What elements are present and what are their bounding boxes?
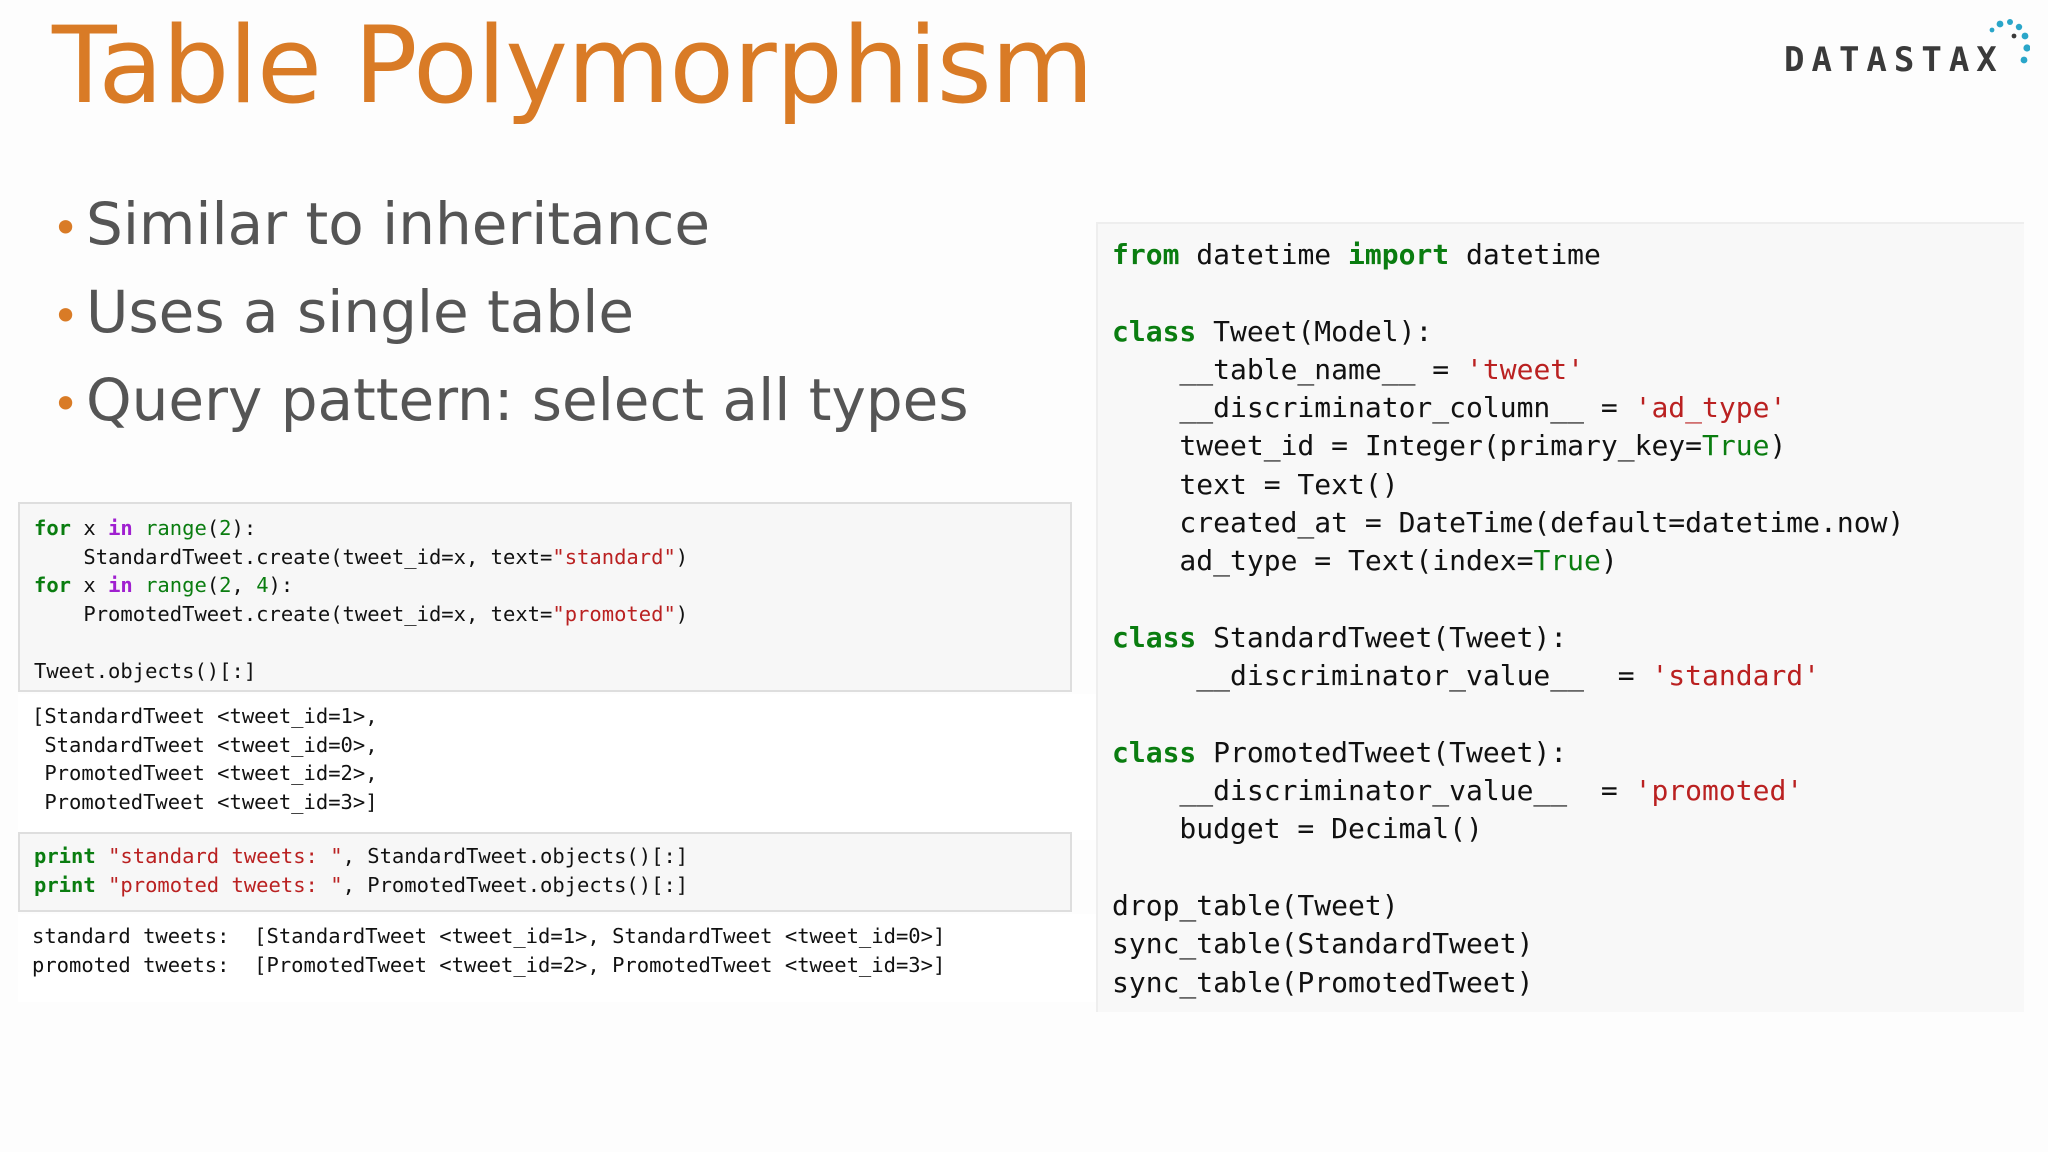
- bullet-list: • Similar to inheritance • Uses a single t…: [52, 190, 969, 454]
- code-line: for x in range(2):: [34, 516, 257, 540]
- code-line: class PromotedTweet(Tweet):: [1112, 735, 1568, 769]
- slide-title: Table Polymorphism: [52, 4, 1094, 127]
- bullet-item: • Uses a single table: [52, 278, 969, 366]
- code-line: class Tweet(Model):: [1112, 314, 1433, 348]
- output-line: PromotedTweet <tweet_id=2>,: [32, 761, 378, 785]
- code-line: PromotedTweet.create(tweet_id=x, text="p…: [34, 601, 689, 626]
- code-line: __discriminator_value__ = 'promoted': [1112, 774, 1804, 808]
- code-line: from datetime import datetime: [1112, 238, 1601, 271]
- code-line: ​: [1112, 274, 2010, 312]
- code-line: __discriminator_column__ = 'ad_type': [1112, 391, 1787, 425]
- code-line: for x in range(2, 4):: [34, 573, 294, 597]
- code-line: ad_type = Text(index=True): [1112, 544, 1618, 578]
- bullet-item: • Similar to inheritance: [52, 190, 969, 278]
- output-line: promoted tweets: [PromotedTweet <tweet_i…: [32, 952, 946, 977]
- datastax-logo: DATASTAX: [1778, 18, 2030, 80]
- code-line: ​: [34, 628, 1056, 657]
- output-line: standard tweets: [StandardTweet <tweet_i…: [32, 924, 946, 948]
- code-line: text = Text(): [1112, 467, 1399, 501]
- code-line: sync_table(PromotedTweet): [1112, 965, 1534, 999]
- code-line: StandardTweet.create(tweet_id=x, text="s…: [34, 544, 689, 569]
- code-line: __table_name__ = 'tweet': [1112, 352, 1585, 386]
- bullet-item: • Query pattern: select all types: [52, 366, 969, 454]
- code-line: Tweet.objects()[:]: [34, 658, 257, 683]
- datastax-dots-icon: [1989, 19, 2030, 64]
- notebook-output-1: [StandardTweet <tweet_id=1>, StandardTwe…: [18, 694, 1100, 840]
- code-line: created_at = DateTime(default=datetime.n…: [1112, 506, 1905, 540]
- code-line: ​: [1112, 581, 2010, 619]
- code-line: class StandardTweet(Tweet):: [1112, 620, 1568, 654]
- code-line: __discriminator_value__ = 'standard': [1112, 659, 1821, 693]
- output-line: StandardTweet <tweet_id=0>,: [32, 732, 378, 757]
- bullet-text: Similar to inheritance: [86, 190, 711, 258]
- notebook-input-cell-2[interactable]: print "standard tweets: ", StandardTweet…: [18, 832, 1072, 912]
- bullet-dot-icon: •: [52, 201, 80, 255]
- code-line: budget = Decimal(): [1112, 812, 1483, 846]
- code-line: print "promoted tweets: ", PromotedTweet…: [34, 872, 689, 897]
- bullet-dot-icon: •: [52, 377, 80, 431]
- code-line: ​: [1112, 849, 2010, 887]
- bullet-text: Uses a single table: [86, 278, 635, 346]
- output-line: [StandardTweet <tweet_id=1>,: [32, 704, 378, 728]
- notebook-input-cell-1[interactable]: for x in range(2): StandardTweet.create(…: [18, 502, 1072, 692]
- bullet-text: Query pattern: select all types: [86, 366, 969, 434]
- code-line: ​: [1112, 696, 2010, 734]
- output-line: PromotedTweet <tweet_id=3>]: [32, 789, 378, 814]
- code-line: print "standard tweets: ", StandardTweet…: [34, 844, 689, 868]
- logo-text: DATASTAX: [1784, 40, 2004, 80]
- code-line: tweet_id = Integer(primary_key=True): [1112, 429, 1787, 463]
- code-line: sync_table(StandardTweet): [1112, 927, 1534, 961]
- bullet-dot-icon: •: [52, 289, 80, 343]
- code-block: from datetime import datetime​class Twee…: [1096, 222, 2024, 1012]
- notebook-output-2: standard tweets: [StandardTweet <tweet_i…: [18, 914, 1100, 1002]
- code-line: drop_table(Tweet): [1112, 889, 1399, 923]
